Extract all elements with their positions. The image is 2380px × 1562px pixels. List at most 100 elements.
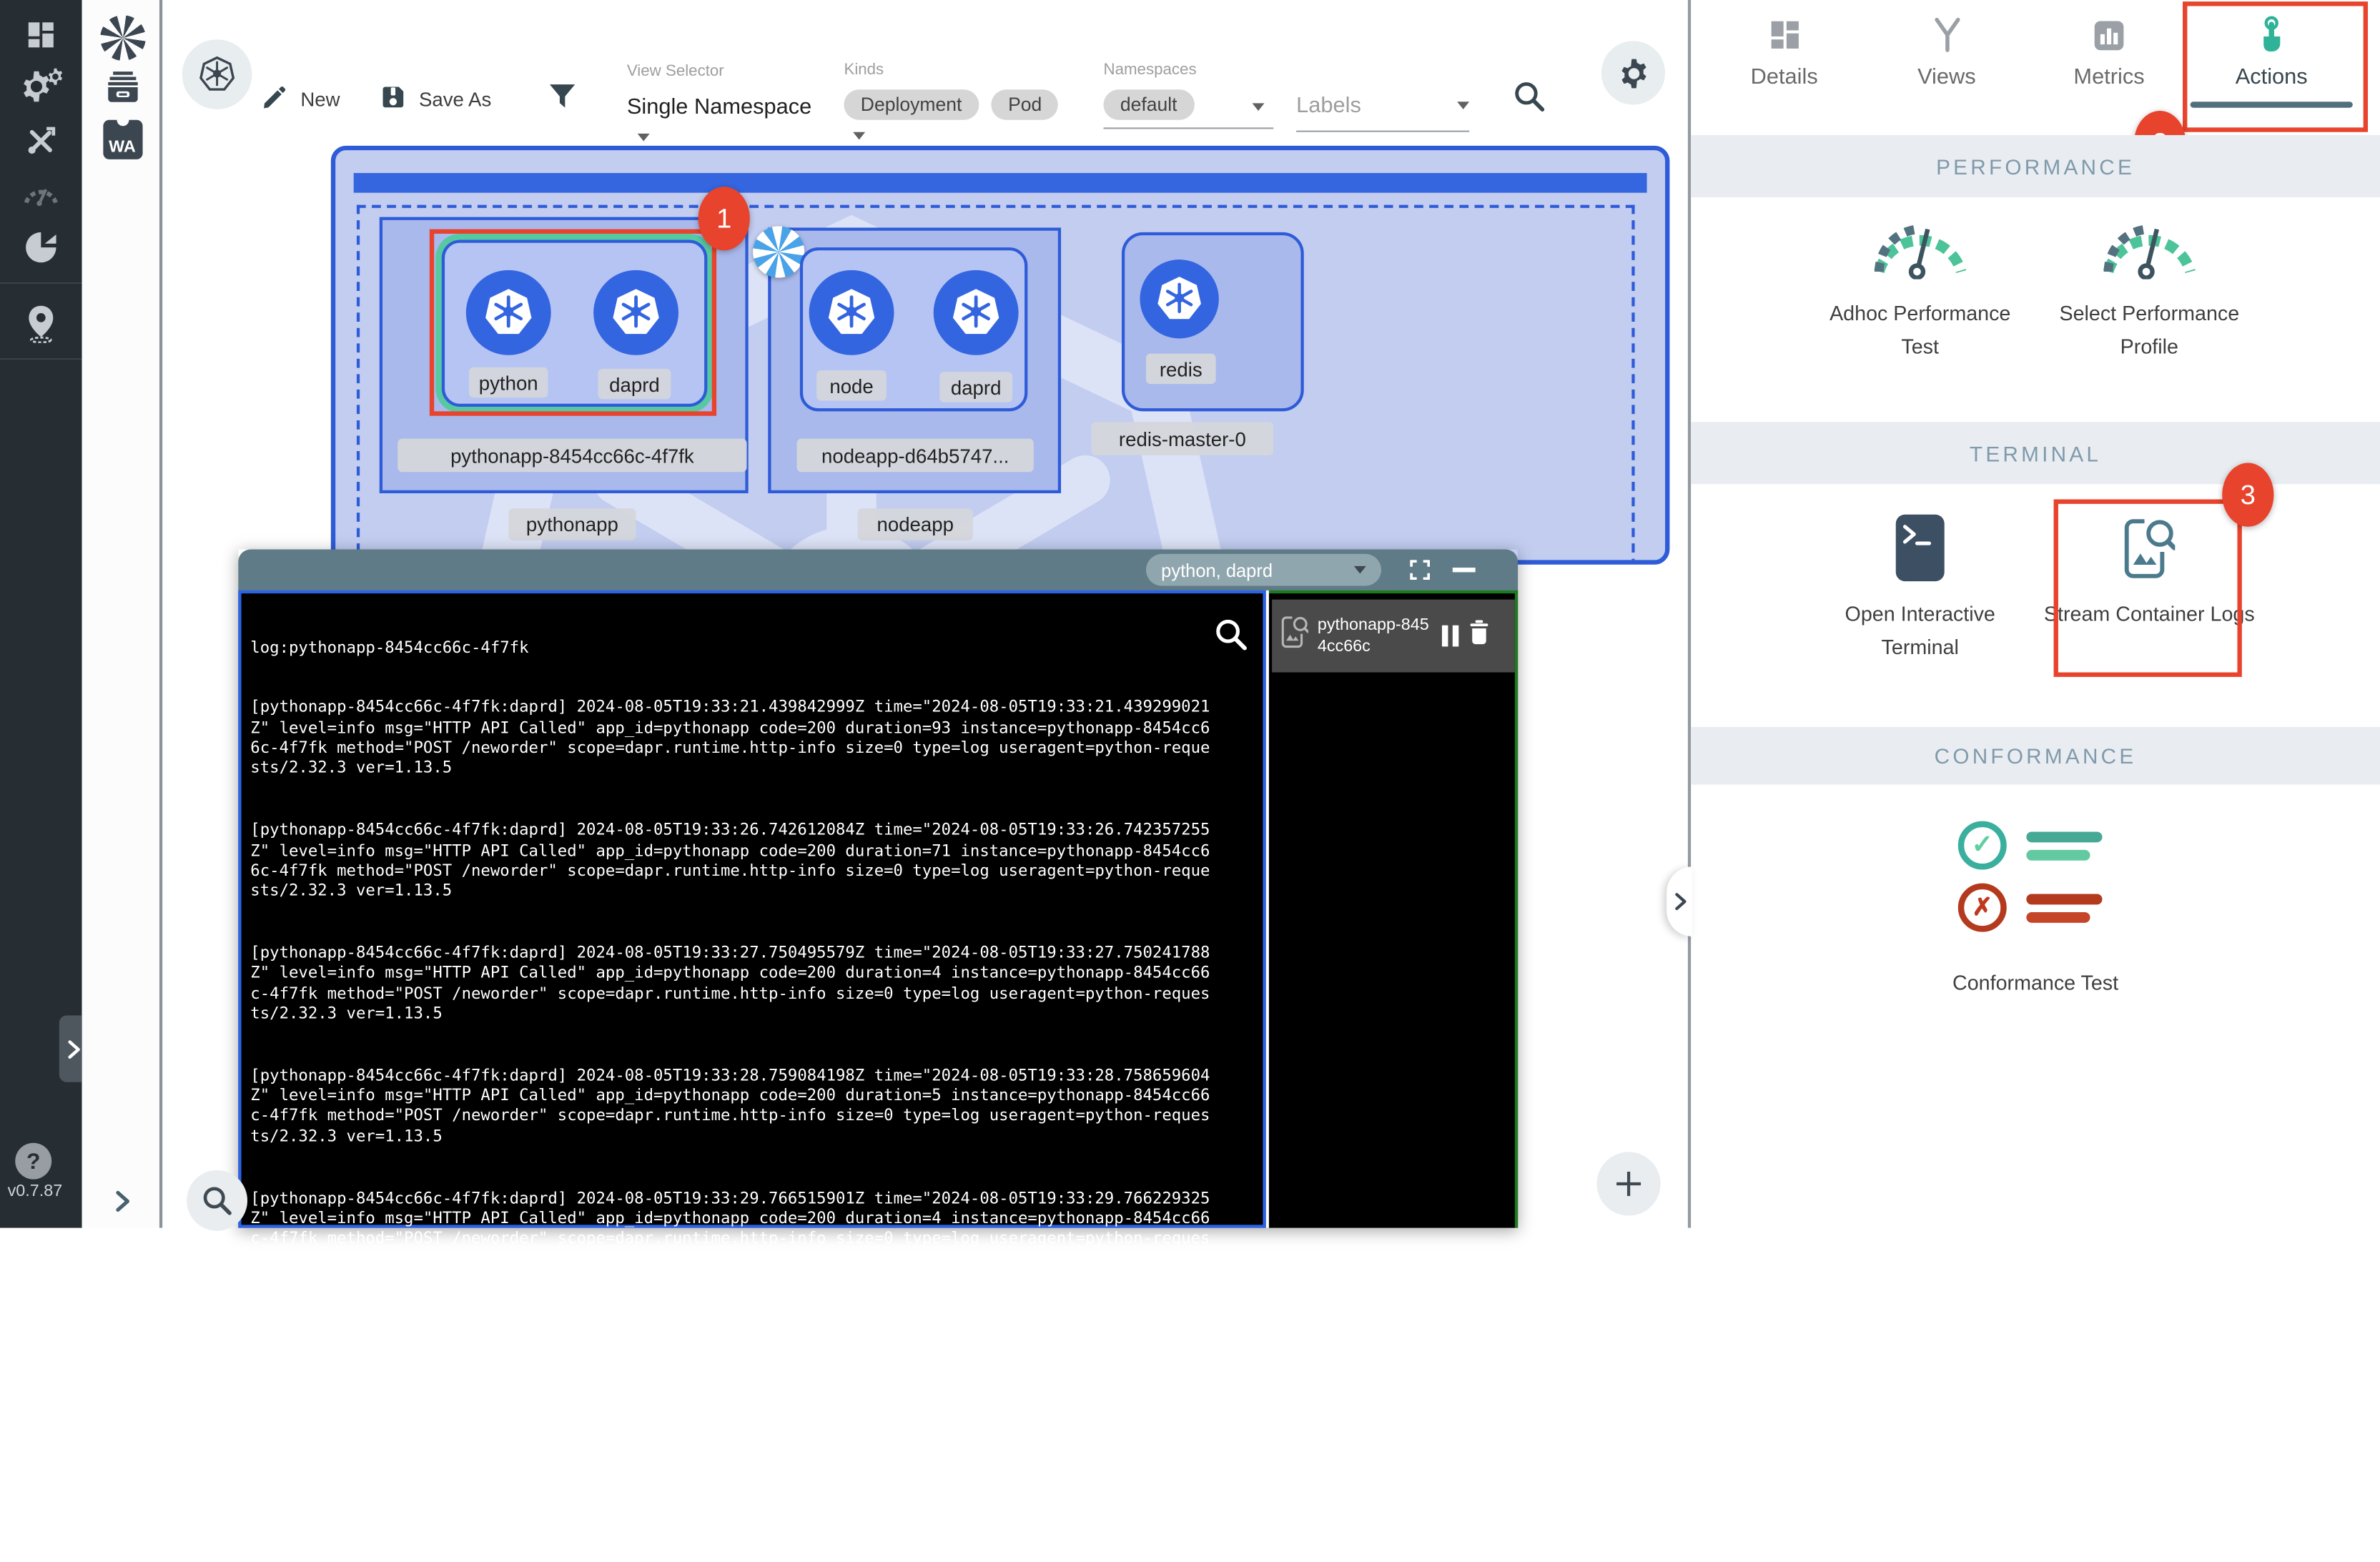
- chevron-down-icon: [1457, 102, 1469, 109]
- help-glyph: ?: [26, 1148, 40, 1174]
- save-icon: [380, 84, 407, 116]
- log-entry: [pythonapp-8454cc66c-4f7fk:daprd] 2024-0…: [250, 944, 1214, 1025]
- log-entry: [pythonapp-8454cc66c-4f7fk:daprd] 2024-0…: [250, 1435, 1214, 1516]
- streamed-container-item[interactable]: pythonapp-8454cc66c: [1272, 600, 1515, 673]
- terminal-header[interactable]: python, daprd: [238, 550, 1518, 590]
- tab-label: Details: [1703, 65, 1865, 89]
- add-button[interactable]: [1597, 1152, 1661, 1215]
- save-as-button[interactable]: Save As: [380, 84, 491, 116]
- log-entry: [pythonapp-8454cc66c-4f7fk:daprd] 2024-0…: [250, 821, 1214, 902]
- action-conformance-test[interactable]: Conformance Test: [1929, 967, 2141, 1000]
- container-label: daprd: [939, 372, 1012, 402]
- kind-chip[interactable]: Pod: [992, 89, 1059, 119]
- help-button[interactable]: ?: [15, 1143, 51, 1180]
- tab-label: Views: [1865, 65, 2028, 89]
- left-rail: WA: [82, 0, 163, 1228]
- log-stream-panel[interactable]: log:pythonapp-8454cc66c-4f7fk [pythonapp…: [238, 590, 1265, 1228]
- section-header-conformance: CONFORMANCE: [1691, 727, 2380, 785]
- stream-logs-icon: [1281, 615, 1308, 657]
- pencil-icon: [261, 84, 288, 116]
- gears-icon[interactable]: [0, 61, 82, 112]
- container-label: redis: [1146, 354, 1216, 384]
- container-redis[interactable]: [1140, 259, 1218, 338]
- chevron-down-icon: [1354, 566, 1366, 574]
- terminal-icon: [1895, 513, 1946, 590]
- streamed-containers-panel: pythonapp-8454cc66c: [1269, 590, 1518, 1228]
- group-label: nodeapp: [858, 508, 973, 540]
- bar-chart-icon: [2028, 15, 2190, 54]
- annotation-badge-1: 1: [698, 187, 750, 250]
- section-header-performance: PERFORMANCE: [1691, 135, 2380, 197]
- group-label: pythonapp: [508, 508, 636, 540]
- search-icon[interactable]: [1512, 79, 1547, 121]
- annotation-box-1: [430, 229, 716, 416]
- rail-expand-icon[interactable]: [82, 1188, 163, 1214]
- archive-icon[interactable]: [82, 69, 163, 108]
- gauge-icon: [1867, 209, 1973, 287]
- tab-views[interactable]: Views: [1865, 15, 2028, 89]
- kubernetes-menu-button[interactable]: [182, 39, 252, 109]
- panel-collapse-button[interactable]: [1667, 866, 1692, 936]
- container-selector-value: python, daprd: [1161, 559, 1273, 580]
- trash-icon[interactable]: [1468, 619, 1491, 653]
- chevron-down-icon: [853, 132, 865, 140]
- container-daprd[interactable]: [934, 270, 1019, 355]
- log-search-icon[interactable]: [1213, 616, 1249, 661]
- webassembly-icon[interactable]: WA: [82, 120, 163, 159]
- annotation-badge-3: 3: [2222, 463, 2273, 527]
- gauge-icon: [2096, 209, 2203, 287]
- annotation-box-2: [2183, 1, 2368, 132]
- minimize-icon[interactable]: [1453, 568, 1476, 572]
- cluster-header-bar: [354, 173, 1647, 193]
- filter-icon[interactable]: [546, 81, 578, 120]
- fullscreen-icon[interactable]: [1407, 557, 1433, 590]
- settings-gear-button[interactable]: [1601, 41, 1665, 104]
- container-node[interactable]: [809, 270, 894, 355]
- view-selector-value: Single Namespace: [627, 96, 811, 120]
- pod-name-label: pythonapp-8454cc66c-4f7fk: [398, 439, 746, 473]
- annotation-box-3: [2054, 499, 2242, 676]
- version-label: v0.7.87: [8, 1182, 63, 1200]
- chevron-down-icon: [638, 134, 650, 142]
- log-entry: [pythonapp-8454cc66c-4f7fk:daprd] 2024-0…: [250, 1067, 1214, 1147]
- pause-icon[interactable]: [1442, 626, 1458, 647]
- kind-chip[interactable]: Deployment: [844, 89, 978, 119]
- action-select-performance-profile[interactable]: Select Performance Profile: [2043, 297, 2256, 364]
- tab-metrics[interactable]: Metrics: [2028, 15, 2190, 89]
- terminal-window: python, daprd log:pythonapp-8454cc66c-4f…: [238, 550, 1518, 1228]
- app-root: ? v0.7.87 WA New Save As View Selector S…: [0, 0, 2380, 1228]
- namespace-chip[interactable]: default: [1103, 89, 1193, 119]
- streamed-container-name: pythonapp-8454cc66c: [1318, 615, 1433, 657]
- sidebar-divider: [0, 282, 82, 284]
- log-entry: [pythonapp-8454cc66c-4f7fk:daprd] 2024-0…: [250, 1190, 1214, 1270]
- grid-icon: [1703, 15, 1865, 54]
- labels-filter-input[interactable]: Labels: [1296, 93, 1469, 132]
- spiral-icon[interactable]: [82, 15, 163, 61]
- location-pin-icon[interactable]: [0, 297, 82, 349]
- dapr-spiral-icon: [753, 226, 804, 277]
- pie-mosaic-icon[interactable]: [0, 222, 82, 273]
- section-header-terminal: TERMINAL: [1691, 422, 2380, 484]
- cluster-canvas[interactable]: python daprd pythonapp-8454cc66c-4f7fk p…: [331, 146, 1670, 565]
- sidebar-divider: [0, 358, 82, 360]
- gauge-icon[interactable]: [0, 167, 82, 219]
- pod-name-label: redis-master-0: [1092, 422, 1274, 455]
- conformance-checklist-icon: ✓ ✗: [1958, 821, 2103, 932]
- action-adhoc-performance-test[interactable]: Adhoc Performance Test: [1814, 297, 2026, 364]
- log-entry: [pythonapp-8454cc66c-4f7fk:daprd] 2024-0…: [250, 1312, 1214, 1393]
- view-selector-label: View Selector: [627, 62, 724, 80]
- tab-details[interactable]: Details: [1703, 15, 1865, 89]
- left-sidebar: ? v0.7.87: [0, 0, 82, 1228]
- action-open-interactive-terminal[interactable]: Open Interactive Terminal: [1814, 598, 2026, 665]
- namespaces-dropdown[interactable]: default: [1103, 89, 1273, 129]
- container-selector-dropdown[interactable]: python, daprd: [1146, 554, 1381, 586]
- tab-label: Metrics: [2028, 65, 2190, 89]
- tools-icon[interactable]: [0, 115, 82, 167]
- wa-label: WA: [109, 138, 136, 156]
- zoom-button[interactable]: [187, 1170, 247, 1231]
- branch-icon: [1865, 15, 2028, 54]
- pod-name-label: nodeapp-d64b5747...: [797, 439, 1034, 473]
- labels-placeholder: Labels: [1296, 94, 1361, 119]
- dashboard-grid-icon[interactable]: [0, 9, 82, 61]
- new-button[interactable]: New: [261, 84, 340, 116]
